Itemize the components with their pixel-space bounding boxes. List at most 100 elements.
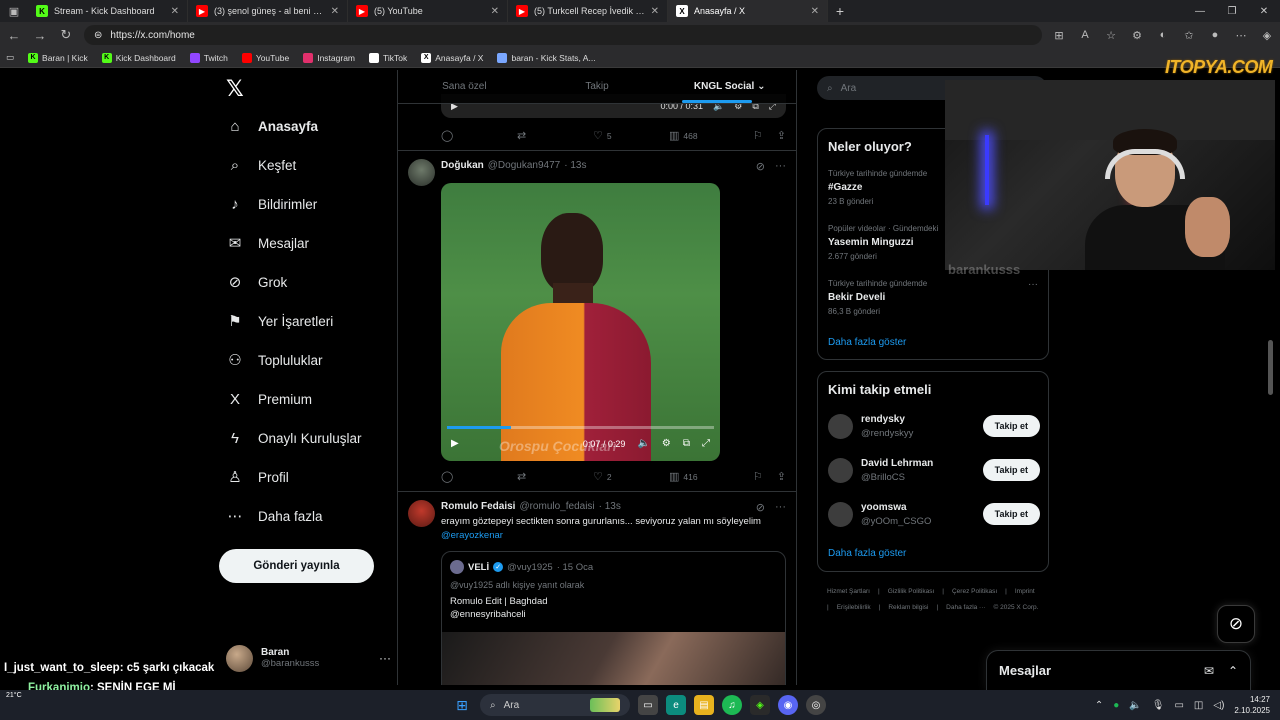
back-icon[interactable]: ← (6, 28, 22, 43)
follow-button[interactable]: Takip et (982, 459, 1040, 481)
footer-link[interactable]: Imprint (1015, 584, 1035, 600)
follow-button[interactable]: Takip et (982, 503, 1040, 525)
favorite-star-icon[interactable]: ☆ (1104, 29, 1118, 42)
bookmark-item[interactable]: YouTube (241, 52, 289, 63)
x-logo-icon[interactable]: 𝕏 (226, 76, 244, 102)
close-tab-icon[interactable]: ✕ (491, 6, 499, 17)
new-tab-button[interactable]: + (828, 3, 852, 19)
close-window-icon[interactable]: ✕ (1248, 6, 1280, 17)
app-icon[interactable]: ⊞ (1052, 29, 1066, 42)
new-message-icon[interactable]: ✉ (1204, 664, 1214, 678)
bookmark-item[interactable]: Instagram (303, 52, 355, 63)
tab-kngl-social[interactable]: KNGL Social ⌄ (663, 81, 796, 92)
tweet-video[interactable]: Orospu Çocukları ▶ 0:07 / 0:29 🔈 ⚙ ⧉ ⤢ (441, 183, 720, 461)
footer-link[interactable]: © 2025 X Corp. (994, 600, 1039, 616)
fullscreen-icon[interactable]: ⤢ (702, 438, 710, 449)
messages-drawer[interactable]: Mesajlar ✉ ⌃ (986, 650, 1251, 690)
author-handle[interactable]: @Dogukan9477 (488, 160, 560, 171)
avatar[interactable] (408, 159, 435, 186)
avatar[interactable] (408, 500, 435, 527)
kick-app-icon[interactable]: ◈ (750, 695, 770, 715)
post-button[interactable]: Gönderi yayınla (219, 549, 374, 583)
read-aloud-icon[interactable]: A (1078, 29, 1092, 42)
nav-item-communities[interactable]: ⚇ Topluluklar (226, 351, 322, 369)
profile-avatar-icon[interactable]: ● (1208, 29, 1222, 42)
like-button[interactable]: ♡ 5 (593, 129, 669, 142)
nav-item-x-premium[interactable]: X Premium (226, 390, 312, 408)
file-explorer-icon[interactable]: ▤ (694, 695, 714, 715)
more-dots-icon[interactable]: ··· (775, 160, 786, 173)
footer-link[interactable]: Reklam bilgisi (888, 600, 928, 616)
clock[interactable]: 14:27 2.10.2025 (1234, 694, 1270, 716)
favorites-icon[interactable]: ✩ (1182, 29, 1196, 42)
url-field[interactable]: ⊜ https://x.com/home (84, 25, 1042, 45)
video-progress[interactable] (447, 426, 714, 429)
share-button[interactable]: ⇪ (777, 470, 786, 483)
follow-button[interactable]: Takip et (982, 415, 1040, 437)
nav-item-lightning[interactable]: ϟ Onaylı Kuruluşlar (226, 429, 362, 447)
minimize-icon[interactable]: — (1184, 6, 1216, 17)
network-icon[interactable]: ◫ (1194, 700, 1203, 711)
more-dots-icon[interactable]: ··· (1028, 279, 1038, 290)
bookmark-item[interactable]: K Baran | Kick (28, 52, 88, 63)
bookmark-item[interactable]: TikTok (369, 52, 407, 63)
tweet-time[interactable]: · 13s (564, 160, 586, 171)
repost-button[interactable]: ⇄ (517, 129, 593, 142)
tray-overflow-icon[interactable]: ⌃ (1095, 700, 1103, 711)
nav-item-grok[interactable]: ⊘ Grok (226, 273, 288, 291)
footer-link[interactable]: Çerez Politikası (952, 584, 997, 600)
volume-icon[interactable]: 🔈 (637, 438, 649, 449)
reply-button[interactable]: ◯ (441, 129, 517, 142)
follow-show-more[interactable]: Daha fazla göster (828, 548, 906, 559)
pip-icon[interactable]: ⧉ (683, 438, 690, 449)
close-tab-icon[interactable]: ✕ (651, 6, 659, 17)
windows-start-icon[interactable]: ⊞ (452, 695, 472, 715)
bookmark-button[interactable]: ⚐ (753, 470, 763, 483)
views-button[interactable]: ▥ 468 (669, 129, 745, 142)
browser-tab[interactable]: ▶ (5) YouTube ✕ (348, 0, 508, 22)
bookmark-item[interactable]: K Kick Dashboard (101, 52, 176, 63)
footer-link[interactable]: Gizlilik Politikası (888, 584, 935, 600)
taskbar-search[interactable]: ⌕ Ara (480, 694, 630, 716)
close-tab-icon[interactable]: ✕ (171, 6, 179, 17)
menu-dots-icon[interactable]: ⋯ (1234, 29, 1248, 42)
nav-item-profile[interactable]: ♙ Profil (226, 468, 289, 486)
bookmarks-menu-icon[interactable]: ▭ (6, 52, 14, 63)
grok-fab-icon[interactable]: ⊘ (1217, 605, 1255, 643)
bookmark-item[interactable]: Twitch (189, 52, 228, 63)
tab-for-you[interactable]: Sana özel (398, 81, 531, 92)
copilot-icon[interactable]: ◈ (1260, 29, 1274, 42)
bookmark-item[interactable]: X Anasayfa / X (421, 52, 483, 63)
refresh-icon[interactable]: ↻ (58, 27, 74, 43)
footer-link[interactable]: Daha fazla ··· (946, 600, 985, 616)
reply-button[interactable]: ◯ (441, 470, 517, 483)
follow-suggestion[interactable]: David Lehrman @BrilloCS Takip et (828, 454, 1040, 486)
author-name[interactable]: Romulo Fedaisi (441, 501, 515, 512)
repost-button[interactable]: ⇄ (517, 470, 593, 483)
tab-actions-icon[interactable]: ▣ (0, 0, 28, 22)
close-tab-icon[interactable]: ✕ (331, 6, 339, 17)
maximize-icon[interactable]: ❐ (1216, 6, 1248, 17)
tweet-time[interactable]: · 13s (599, 501, 621, 512)
trend-item[interactable]: Türkiye tarihinde gündemde Bekir Develi 86… (828, 279, 1038, 316)
author-handle[interactable]: @romulo_fedaisi (519, 501, 594, 512)
edge-browser-icon[interactable]: e (666, 695, 686, 715)
settings-icon[interactable]: ⚙ (662, 438, 671, 449)
display-icon[interactable]: ▭ (1174, 700, 1183, 711)
discord-icon[interactable]: ◉ (778, 695, 798, 715)
browser-tab[interactable]: K Stream - Kick Dashboard ✕ (28, 0, 188, 22)
quoted-tweet[interactable]: VELİ ✓ @vuy1925 · 15 Oca @vuy1925 adlı k… (441, 551, 786, 685)
close-tab-icon[interactable]: ✕ (811, 6, 819, 17)
nav-item-search[interactable]: ⌕ Keşfet (226, 156, 296, 174)
share-button[interactable]: ⇪ (777, 129, 786, 142)
collections-icon[interactable]: ◐ (1156, 29, 1170, 42)
more-dots-icon[interactable]: ··· (379, 651, 391, 665)
nav-item-home[interactable]: ⌂ Anasayfa (226, 117, 318, 135)
follow-suggestion[interactable]: rendysky @rendyskyy Takip et (828, 410, 1040, 442)
spotify-icon[interactable]: ♫ (722, 695, 742, 715)
site-info-icon[interactable]: ⊜ (94, 30, 102, 41)
volume-icon[interactable]: ◁) (1213, 700, 1224, 711)
weather-temp[interactable]: 21°C (6, 692, 22, 699)
nav-item-more-circle[interactable]: ⋯ Daha fazla (226, 507, 323, 525)
microphone-icon[interactable]: 🎙 (1152, 700, 1165, 711)
